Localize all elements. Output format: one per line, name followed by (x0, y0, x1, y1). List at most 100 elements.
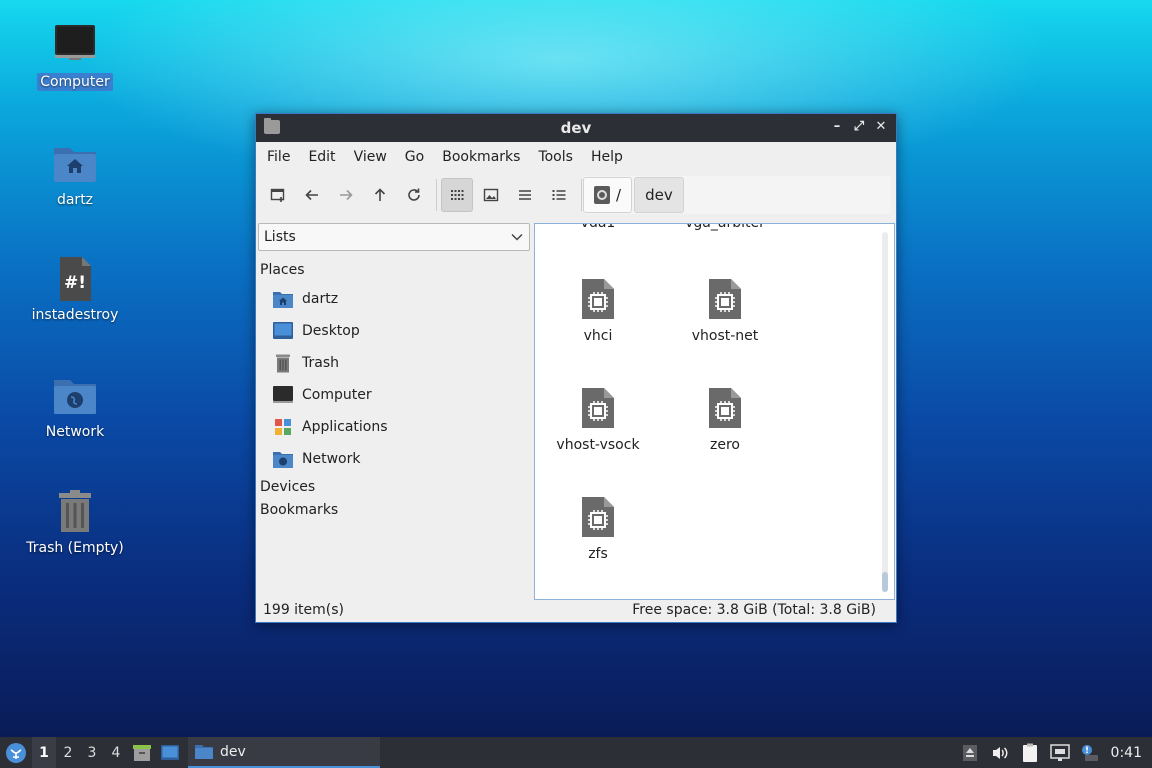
grid-icon (451, 190, 464, 200)
clock[interactable]: 0:41 (1105, 745, 1152, 761)
desktop-icon-trash[interactable]: Trash (Empty) (20, 488, 130, 557)
workspace-2[interactable]: 2 (56, 737, 80, 768)
maximize-button[interactable]: ⤢ (850, 118, 868, 136)
path-root-button[interactable]: / (583, 177, 633, 213)
desktop-icon-label: Trash (Empty) (26, 540, 124, 556)
forward-button[interactable] (330, 178, 362, 212)
up-button[interactable] (364, 178, 396, 212)
arrow-left-icon (305, 189, 318, 201)
sidebar-item-label: dartz (302, 291, 339, 307)
reload-icon (408, 188, 420, 201)
computer-icon (272, 385, 294, 405)
start-menu-button[interactable] (0, 737, 32, 768)
file-name: vhost-net (691, 328, 759, 344)
svg-text:#!: #! (64, 273, 86, 293)
path-bar: / dev (583, 176, 891, 214)
tray-notification[interactable] (1075, 737, 1105, 768)
side-pane-mode-value: Lists (264, 229, 296, 245)
scrollbar-thumb[interactable] (882, 572, 888, 592)
file-item[interactable]: zero (670, 387, 780, 453)
desktop-icon-label: dartz (56, 192, 94, 208)
sidebar-item-label: Computer (302, 387, 372, 403)
workspace-3[interactable]: 3 (80, 737, 104, 768)
status-bar: 199 item(s) Free space: 3.8 GiB (Total: … (256, 598, 896, 622)
tray-volume[interactable] (985, 737, 1015, 768)
volume-icon (992, 746, 1008, 759)
menu-help[interactable]: Help (582, 149, 632, 165)
sidebar-item-label: Network (302, 451, 361, 467)
device-file-icon (709, 388, 741, 428)
menu-go[interactable]: Go (396, 149, 433, 165)
new-tab-button[interactable] (262, 178, 294, 212)
file-manager-window: dev – ⤢ ✕ File Edit View Go Bookmarks To… (255, 113, 897, 623)
file-item[interactable]: zfs (543, 496, 653, 562)
show-desktop-button[interactable] (156, 737, 184, 768)
sidebar-item-applications[interactable]: Applications (258, 411, 530, 443)
title-bar[interactable]: dev – ⤢ ✕ (256, 114, 896, 142)
reload-button[interactable] (398, 178, 430, 212)
sidebar-item-computer[interactable]: Computer (258, 379, 530, 411)
desktop-icon-label: Network (45, 424, 105, 440)
toolbar: / dev (256, 172, 896, 218)
file-icon-view[interactable]: vda1 vga_arbiter vhci vhost-net vhost-vs… (534, 223, 895, 600)
applications-icon (272, 417, 294, 437)
devices-header[interactable]: Devices (260, 479, 530, 495)
network-folder-icon (51, 372, 99, 420)
sidebar-item-network[interactable]: Network (258, 443, 530, 475)
sidebar-item-label: Trash (302, 355, 339, 371)
side-pane-mode-select[interactable]: Lists (258, 223, 530, 251)
tray-clipboard[interactable] (1015, 737, 1045, 768)
file-name: vhci (583, 328, 613, 344)
desktop-icon-dartz[interactable]: dartz (20, 140, 130, 209)
menu-file[interactable]: File (258, 149, 299, 165)
tray-network[interactable] (1045, 737, 1075, 768)
tray-eject[interactable] (955, 737, 985, 768)
menu-view[interactable]: View (345, 149, 396, 165)
file-manager-launcher[interactable] (128, 737, 156, 768)
toolbar-separator (581, 179, 582, 211)
back-button[interactable] (296, 178, 328, 212)
workspace-1[interactable]: 1 (32, 737, 56, 768)
detailed-view-button[interactable] (543, 178, 575, 212)
file-name: zfs (588, 546, 608, 562)
file-item[interactable]: vhost-vsock (543, 387, 653, 453)
list-compact-icon (519, 190, 531, 200)
sidebar-item-dartz[interactable]: dartz (258, 283, 530, 315)
file-item[interactable]: vhci (543, 278, 653, 344)
sidebar-item-trash[interactable]: Trash (258, 347, 530, 379)
bookmarks-header[interactable]: Bookmarks (260, 502, 530, 518)
system-tray: 0:41 (955, 737, 1152, 768)
item-count: 199 item(s) (263, 602, 345, 618)
workspace-4[interactable]: 4 (104, 737, 128, 768)
desktop-icon-instadestroy[interactable]: #! instadestroy (20, 255, 130, 324)
vertical-scrollbar[interactable] (882, 232, 888, 592)
minimize-button[interactable]: – (828, 118, 846, 136)
file-item[interactable]: vhost-net (670, 278, 780, 344)
taskbar: 1 2 3 4 dev 0:41 (0, 737, 1152, 768)
file-item[interactable]: vda1 (543, 224, 653, 231)
menu-tools[interactable]: Tools (529, 149, 582, 165)
places-header[interactable]: Places (260, 262, 530, 278)
file-item[interactable]: vga_arbiter (670, 224, 780, 231)
compact-view-button[interactable] (509, 178, 541, 212)
file-name: vhost-vsock (556, 437, 640, 453)
desktop-icon-computer[interactable]: Computer (20, 22, 130, 91)
toolbar-separator (436, 179, 437, 211)
sidebar-item-desktop[interactable]: Desktop (258, 315, 530, 347)
taskbar-task-dev[interactable]: dev (188, 737, 380, 768)
device-file-icon (582, 497, 614, 537)
path-dev-button[interactable]: dev (634, 177, 684, 213)
desktop-icon-network[interactable]: Network (20, 372, 130, 441)
close-button[interactable]: ✕ (872, 118, 890, 136)
thumbnail-view-button[interactable] (475, 178, 507, 212)
desktop-icon (272, 321, 294, 341)
computer-icon (51, 22, 99, 70)
archive-icon (133, 744, 151, 761)
chevron-down-icon (511, 233, 523, 241)
icon-view-button[interactable] (441, 178, 473, 212)
menu-edit[interactable]: Edit (299, 149, 344, 165)
menu-bookmarks[interactable]: Bookmarks (433, 149, 529, 165)
network-folder-icon (272, 449, 294, 469)
trash-icon (272, 353, 294, 373)
app-menu-icon (6, 742, 26, 763)
